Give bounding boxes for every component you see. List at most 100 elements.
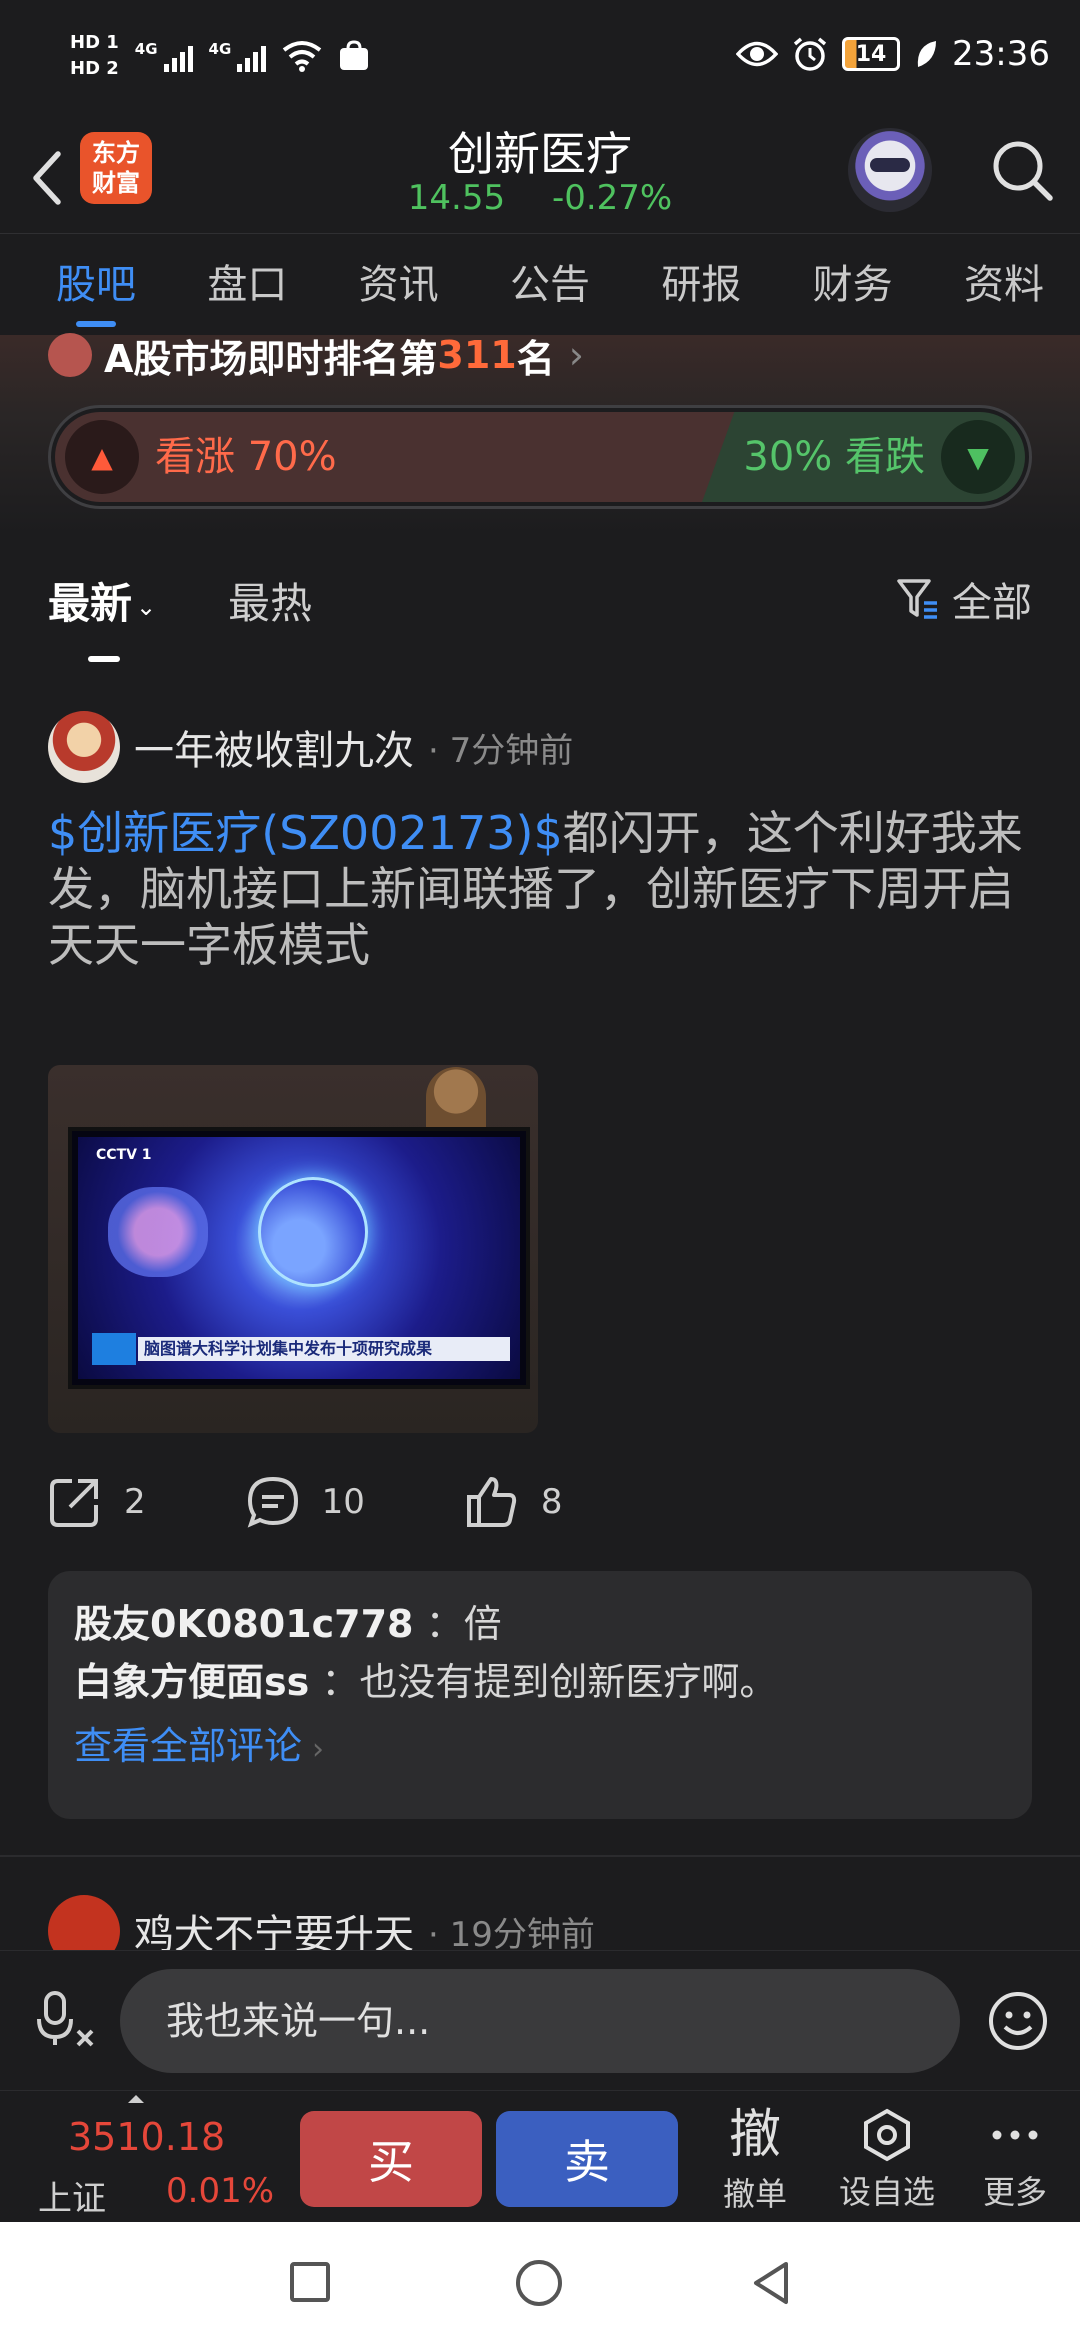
signal-2-icon: 4G <box>209 40 267 72</box>
rank-suffix: 名 <box>516 336 555 381</box>
signal-1-icon: 4G <box>135 40 193 72</box>
comment-count: 10 <box>321 1482 365 1522</box>
stock-tag-link[interactable]: $创新医疗(SZ002173)$ <box>48 806 563 860</box>
battery-icon: 14 <box>842 37 901 71</box>
view-all-comments-link[interactable]: 查看全部评论 › <box>74 1711 1006 1785</box>
tab-announcements[interactable]: 公告 <box>510 235 590 335</box>
cancel-order-button[interactable]: 撤 撤单 <box>700 2103 810 2215</box>
like-button[interactable]: 8 <box>465 1475 563 1529</box>
shopping-bag-icon <box>340 40 369 70</box>
tab-guba[interactable]: 股吧 <box>56 235 136 335</box>
share-count: 2 <box>124 1482 146 1522</box>
post-divider <box>0 1855 1080 1857</box>
filter-icon <box>897 579 937 619</box>
caret-up-icon <box>128 2095 144 2103</box>
signal-1-label: 4G <box>134 40 158 58</box>
add-watchlist-button[interactable]: 设自选 <box>832 2103 942 2213</box>
comment-input-bar <box>0 1950 1080 2090</box>
recent-apps-icon[interactable] <box>290 2262 330 2302</box>
brain-graphic <box>108 1187 208 1277</box>
avatar[interactable] <box>48 711 120 783</box>
post-author[interactable]: 一年被收割九次 <box>134 718 414 776</box>
sort-row: 最新 ⌄ 最热 全部 <box>0 570 1080 662</box>
hexagon-gear-icon <box>864 2108 910 2162</box>
wifi-icon <box>283 41 322 72</box>
trade-toolbar: 3510.18 上证 0.01% 买 卖 撤 撤单 设自选 更多 <box>0 2090 1080 2222</box>
chevron-right-icon: › <box>568 333 584 377</box>
bar-chart-icon <box>48 333 92 377</box>
post-body[interactable]: $创新医疗(SZ002173)$都闪开，这个利好我来发，脑机接口上新闻联播了，创… <box>48 805 1038 973</box>
tab-finance[interactable]: 财务 <box>813 235 893 335</box>
eye-icon <box>736 41 779 67</box>
alarm-icon <box>793 37 827 71</box>
stock-price: 14.55 <box>407 178 506 218</box>
status-bar: HD 1 HD 2 4G 4G 14 23:36 <box>0 0 1080 118</box>
post-header: 一年被收割九次 · 7分钟前 <box>48 711 573 783</box>
market-rank-link[interactable]: A股市场即时排名第 311 名 › <box>48 333 584 381</box>
tab-news[interactable]: 资讯 <box>359 235 439 335</box>
comment-text: ：倍 <box>425 1602 502 1646</box>
cancel-order-glyph: 撤 <box>728 2105 781 2165</box>
tab-research[interactable]: 研报 <box>661 235 741 335</box>
more-label: 更多 <box>982 2173 1047 2211</box>
section-tabs: 股吧 盘口 资讯 公告 研报 财务 资料 <box>0 235 1080 335</box>
hd-indicators: HD 1 HD 2 <box>70 30 119 82</box>
sort-hot[interactable]: 最热 <box>228 570 312 631</box>
rank-text: A股市场即时排名第 <box>104 336 438 381</box>
index-change: 0.01% <box>166 2171 275 2211</box>
sort-latest-dropdown[interactable]: 最新 ⌄ <box>48 570 157 662</box>
comment-user[interactable]: 白象方便面ss <box>74 1660 309 1704</box>
view-all-label: 查看全部评论 <box>74 1724 303 1768</box>
comment-item: 白象方便面ss ：也没有提到创新医疗啊。 <box>74 1653 1006 1711</box>
comment-button[interactable]: 10 <box>246 1475 365 1529</box>
rank-number: 311 <box>437 333 517 377</box>
bear-vote-button[interactable]: ▼ <box>941 420 1015 494</box>
clock: 23:36 <box>952 34 1050 74</box>
sentiment-bar: ▲ 看涨 70% 30% 看跌 ▼ <box>48 405 1032 509</box>
up-triangle-icon: ▲ <box>91 440 113 474</box>
index-name[interactable]: 上证 <box>38 2171 106 2220</box>
comment-user[interactable]: 股友0K0801c778 <box>74 1602 414 1646</box>
tab-pankou[interactable]: 盘口 <box>207 235 287 335</box>
comment-preview[interactable]: 股友0K0801c778 ：倍 白象方便面ss ：也没有提到创新医疗啊。 查看全… <box>48 1571 1032 1819</box>
comment-icon <box>247 1476 298 1528</box>
more-button[interactable]: 更多 <box>960 2103 1070 2213</box>
status-right: 14 23:36 <box>736 34 1050 74</box>
emoji-icon[interactable] <box>986 1989 1050 2053</box>
stock-change: -0.27% <box>551 178 673 218</box>
filter-button[interactable]: 全部 <box>896 570 1032 628</box>
voice-input-icon[interactable] <box>36 1989 96 2049</box>
post-time: · 7分钟前 <box>428 730 574 771</box>
bull-label: 看涨 70% <box>155 434 337 480</box>
comment-item: 股友0K0801c778 ：倍 <box>74 1595 1006 1653</box>
leaf-icon <box>917 41 937 67</box>
filter-label: 全部 <box>952 580 1032 626</box>
comment-input[interactable] <box>120 1969 960 2073</box>
back-triangle-icon[interactable] <box>746 2258 796 2308</box>
buy-button[interactable]: 买 <box>300 2111 482 2207</box>
tv-image: CCTV 1 脑图谱大科学计划集中发布十项研究成果 <box>68 1127 530 1389</box>
add-watchlist-label: 设自选 <box>838 2173 935 2211</box>
like-count: 8 <box>540 1482 563 1522</box>
share-button[interactable]: 2 <box>48 1475 146 1529</box>
robot-assistant-icon[interactable] <box>848 128 932 212</box>
index-value[interactable]: 3510.18 <box>68 2115 225 2159</box>
search-icon[interactable] <box>988 136 1058 206</box>
bear-label: 30% 看跌 <box>743 434 925 480</box>
signal-2-label: 4G <box>208 40 232 58</box>
chevron-right-icon: › <box>312 1732 325 1767</box>
chevron-down-icon: ⌄ <box>136 592 157 621</box>
sort-latest-label: 最新 <box>48 579 133 628</box>
tab-profile[interactable]: 资料 <box>964 235 1044 335</box>
post-image[interactable]: CCTV 1 脑图谱大科学计划集中发布十项研究成果 <box>48 1065 538 1433</box>
thumbs-up-icon <box>466 1477 517 1527</box>
bull-vote-button[interactable]: ▲ <box>65 420 139 494</box>
hd2-label: HD 2 <box>70 58 119 79</box>
sell-button[interactable]: 卖 <box>496 2111 678 2207</box>
system-navigation-bar <box>0 2222 1080 2340</box>
hd1-label: HD 1 <box>70 32 119 53</box>
news-badge <box>92 1333 136 1365</box>
home-icon[interactable] <box>516 2260 562 2306</box>
more-dots-icon <box>992 2130 1038 2140</box>
tv-channel-logo: CCTV 1 <box>96 1147 152 1163</box>
